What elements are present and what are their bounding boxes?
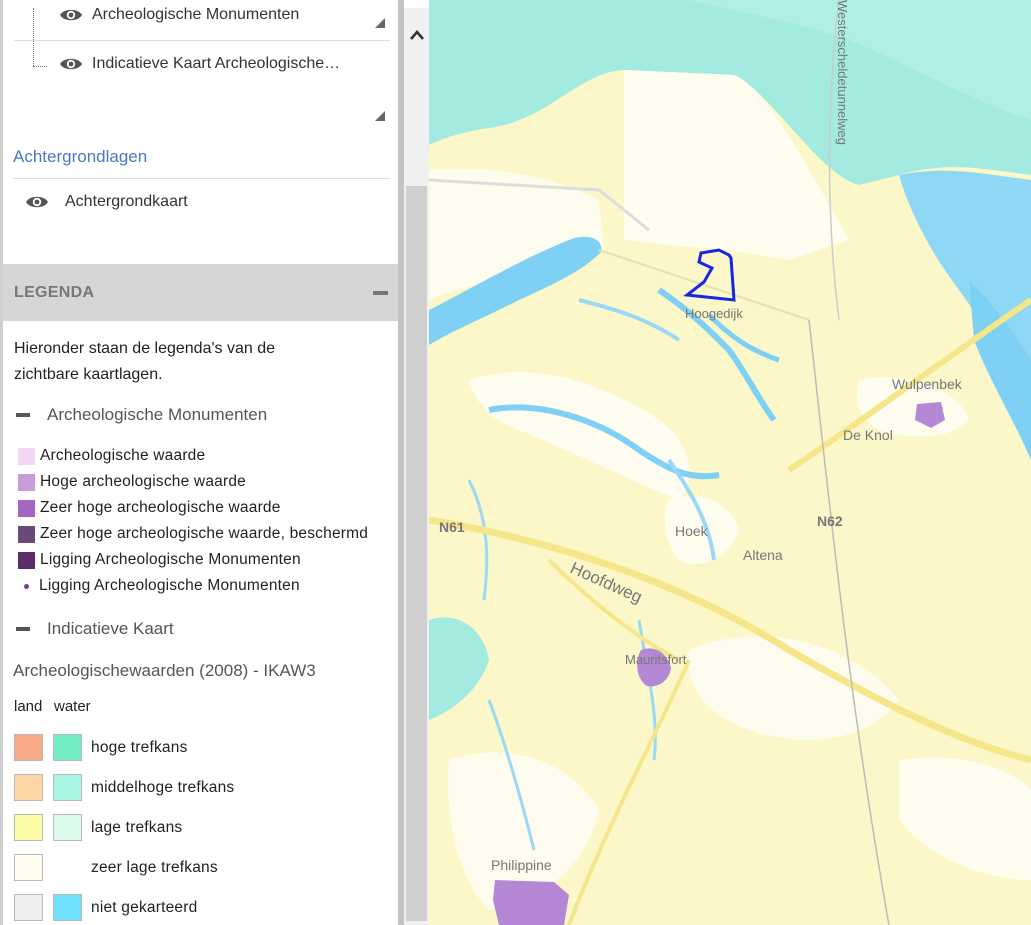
- layer-options-toggle[interactable]: [375, 18, 385, 28]
- legend-item: niet gekarteerd: [14, 892, 197, 923]
- collapse-icon[interactable]: [16, 413, 30, 417]
- legend-item: hoge trefkans: [14, 732, 188, 763]
- tree-connector-vertical: [33, 8, 35, 66]
- scrollbar-thumb[interactable]: [406, 186, 427, 921]
- legend-item: zeer lage trefkans: [14, 852, 218, 883]
- eye-icon[interactable]: [59, 56, 83, 72]
- layer-item-achtergrondkaart[interactable]: Achtergrondkaart: [25, 193, 188, 211]
- water-swatch-empty: [53, 854, 82, 881]
- layer-options-toggle[interactable]: [375, 111, 385, 121]
- panel-left-border: [0, 0, 3, 925]
- legend-item-label: zeer lage trefkans: [91, 858, 218, 876]
- legend-swatch: [18, 525, 35, 543]
- legend-dot: [24, 583, 29, 589]
- legend-group-archeologische-monumenten[interactable]: Archeologische Monumenten: [16, 405, 267, 425]
- tree-connector-horizontal: [33, 66, 47, 68]
- legend-item-label: middelhoge trefkans: [91, 778, 235, 796]
- legend-item-label: Ligging Archeologische Monumenten: [40, 551, 301, 568]
- land-swatch: [14, 894, 43, 921]
- legend-swatch: [18, 499, 35, 517]
- separator: [14, 40, 390, 41]
- separator: [13, 178, 390, 179]
- background-section-title: Achtergrondlagen: [13, 147, 148, 166]
- creek: [578, 298, 681, 342]
- legend-title: LEGENDA: [14, 284, 95, 301]
- map-canvas[interactable]: Hoogedijk Wulpenbek De Knol N61 N62 Hoek…: [429, 0, 1031, 925]
- collapse-icon[interactable]: [373, 291, 388, 295]
- map-label-hoogedijk: Hoogedijk: [685, 306, 743, 321]
- water-swatch: [53, 774, 82, 801]
- map-label-n61: N61: [439, 519, 465, 535]
- legend-item: Ligging Archeologische Monumenten: [18, 577, 300, 595]
- legend-item-label: lage trefkans: [91, 818, 183, 836]
- legend-item-label: niet gekarteerd: [91, 898, 198, 916]
- legend-item: Zeer hoge archeologische waarde: [18, 499, 281, 517]
- land-swatch: [14, 774, 43, 801]
- legend-item: middelhoge trefkans: [14, 772, 234, 803]
- land-swatch: [14, 814, 43, 841]
- legend-header[interactable]: LEGENDA: [3, 264, 398, 321]
- map-label-westerscheldetunnelweg: Westerscheldetunnelweg: [835, 0, 850, 145]
- column-header-land: land: [14, 698, 43, 715]
- layer-item-label: Archeologische Monumenten: [92, 6, 300, 23]
- collapse-icon[interactable]: [16, 627, 30, 631]
- map-label-n62: N62: [817, 513, 843, 529]
- legend-swatch: [18, 447, 35, 465]
- map-view[interactable]: Hoogedijk Wulpenbek De Knol N61 N62 Hoek…: [429, 0, 1031, 925]
- legend-item-label: Ligging Archeologische Monumenten: [39, 577, 300, 594]
- map-label-wulpenbek: Wulpenbek: [892, 376, 963, 392]
- map-label-mauritsfort: Mauritsfort: [625, 652, 687, 667]
- eye-icon[interactable]: [59, 7, 83, 23]
- legend-item: Archeologische waarde: [18, 447, 205, 465]
- layer-item-archeologische-monumenten[interactable]: Archeologische Monumenten: [59, 6, 299, 24]
- legend-swatch: [18, 473, 35, 491]
- legend-intro: Hieronder staan de legenda's van de zich…: [14, 340, 276, 383]
- water-swatch: [53, 814, 82, 841]
- land-very-low: [899, 757, 1031, 880]
- legend-item: lage trefkans: [14, 812, 182, 843]
- layer-item-label: Indicatieve Kaart Archeologische…: [92, 55, 341, 72]
- layer-item-indicatieve-kaart[interactable]: Indicatieve Kaart Archeologische…: [59, 55, 340, 73]
- legend-item: Hoge archeologische waarde: [18, 473, 246, 491]
- legend-subtitle: Archeologischewaarden (2008) - IKAW3: [13, 661, 316, 680]
- eye-icon[interactable]: [25, 194, 49, 210]
- map-label-altena: Altena: [743, 547, 783, 563]
- map-label-hoek: Hoek: [675, 523, 709, 539]
- legend-item-label: Zeer hoge archeologische waarde, bescher…: [40, 525, 369, 542]
- layer-panel: Archeologische Monumenten Indicatieve Ka…: [0, 0, 398, 925]
- monument-area: [493, 880, 569, 925]
- legend-item-label: Zeer hoge archeologische waarde: [40, 499, 281, 516]
- legend-item: Ligging Archeologische Monumenten: [18, 551, 301, 569]
- legend-item-label: hoge trefkans: [91, 738, 188, 756]
- legend-group-indicatieve-kaart[interactable]: Indicatieve Kaart: [16, 619, 174, 639]
- layer-item-label: Achtergrondkaart: [65, 193, 188, 210]
- road: [567, 659, 691, 925]
- legend-item-label: Hoge archeologische waarde: [40, 473, 246, 490]
- legend-swatch: [18, 551, 35, 569]
- legend-group-title: Indicatieve Kaart: [47, 619, 174, 638]
- map-label-philippine: Philippine: [491, 857, 552, 873]
- land-swatch: [14, 854, 43, 881]
- water-swatch: [53, 894, 82, 921]
- legend-item: Zeer hoge archeologische waarde, bescher…: [18, 525, 368, 543]
- water-swatch: [53, 734, 82, 761]
- column-header-water: water: [54, 698, 91, 715]
- legend-item-label: Archeologische waarde: [40, 447, 206, 464]
- land-very-low: [429, 617, 489, 720]
- chevron-up-icon[interactable]: [410, 30, 424, 40]
- land-swatch: [14, 734, 43, 761]
- legend-group-title: Archeologische Monumenten: [47, 405, 268, 424]
- creek: [467, 479, 489, 601]
- land-very-low: [469, 372, 690, 500]
- map-label-de-knol: De Knol: [843, 427, 893, 443]
- panel-scrollbar[interactable]: [404, 8, 429, 925]
